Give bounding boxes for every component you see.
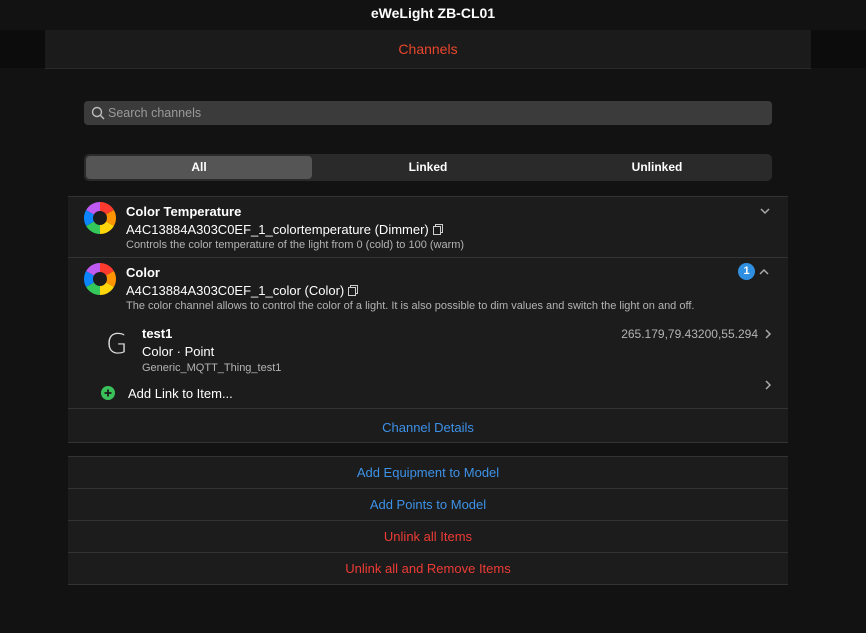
- add-link-button[interactable]: Add Link to Item...: [68, 380, 788, 409]
- actions-list: Add Equipment to Model Add Points to Mod…: [68, 456, 788, 585]
- chevron-up-icon[interactable]: [758, 266, 770, 278]
- channel-uid: A4C13884A303C0EF_1_colortemperature (Dim…: [126, 222, 443, 237]
- add-icon: [101, 386, 115, 400]
- chevron-right-icon: [765, 329, 772, 339]
- item-semantic-type: Color · Point: [142, 344, 215, 359]
- channel-color-temperature[interactable]: Color Temperature A4C13884A303C0EF_1_col…: [68, 197, 788, 258]
- item-type-letter-icon: G: [106, 327, 128, 360]
- channel-description: The color channel allows to control the …: [126, 300, 695, 312]
- channel-color: Color A4C13884A303C0EF_1_color (Color) T…: [68, 258, 788, 443]
- color-wheel-icon: [84, 263, 116, 295]
- item-thing: Generic_MQTT_Thing_test1: [142, 362, 282, 374]
- channel-uid-text: A4C13884A303C0EF_1_colortemperature (Dim…: [126, 222, 429, 237]
- tab-all[interactable]: All: [86, 156, 312, 179]
- channel-label[interactable]: Color: [126, 265, 160, 280]
- navbar-inner: Channels: [45, 30, 811, 69]
- tab-unlinked[interactable]: Unlinked: [544, 156, 770, 179]
- unlink-remove-button[interactable]: Unlink all and Remove Items: [68, 553, 788, 585]
- page-title: Channels: [398, 41, 458, 57]
- add-equipment-button[interactable]: Add Equipment to Model: [68, 457, 788, 489]
- linked-count-badge: 1: [738, 263, 755, 280]
- color-wheel-icon: [84, 202, 116, 234]
- search-input[interactable]: Search channels: [84, 101, 772, 125]
- navbar: Channels: [0, 30, 866, 69]
- linked-item-row[interactable]: G test1 Color · Point Generic_MQTT_Thing…: [68, 322, 788, 378]
- item-state: 265.179,79.43200,55.294: [621, 327, 758, 341]
- unlink-all-button[interactable]: Unlink all Items: [68, 521, 788, 553]
- tab-linked[interactable]: Linked: [315, 156, 541, 179]
- channel-description: Controls the color temperature of the li…: [126, 239, 465, 251]
- add-link-label: Add Link to Item...: [128, 386, 233, 401]
- channel-label: Color Temperature: [126, 204, 242, 219]
- chevron-right-icon: [765, 380, 772, 390]
- divider: [128, 408, 788, 409]
- window-title: eWeLight ZB-CL01: [0, 0, 866, 30]
- search-placeholder: Search channels: [108, 106, 202, 120]
- search-icon: [91, 106, 105, 120]
- chevron-down-icon[interactable]: [759, 205, 771, 217]
- copy-icon[interactable]: [432, 224, 443, 235]
- copy-icon[interactable]: [348, 285, 359, 296]
- channel-uid: A4C13884A303C0EF_1_color (Color): [126, 283, 359, 298]
- channel-list: Color Temperature A4C13884A303C0EF_1_col…: [68, 196, 788, 443]
- add-points-button[interactable]: Add Points to Model: [68, 489, 788, 521]
- filter-segmented-control: All Linked Unlinked: [84, 154, 772, 181]
- channel-details-link[interactable]: Channel Details: [68, 420, 788, 435]
- channel-uid-text: A4C13884A303C0EF_1_color (Color): [126, 283, 345, 298]
- item-name: test1: [142, 326, 173, 341]
